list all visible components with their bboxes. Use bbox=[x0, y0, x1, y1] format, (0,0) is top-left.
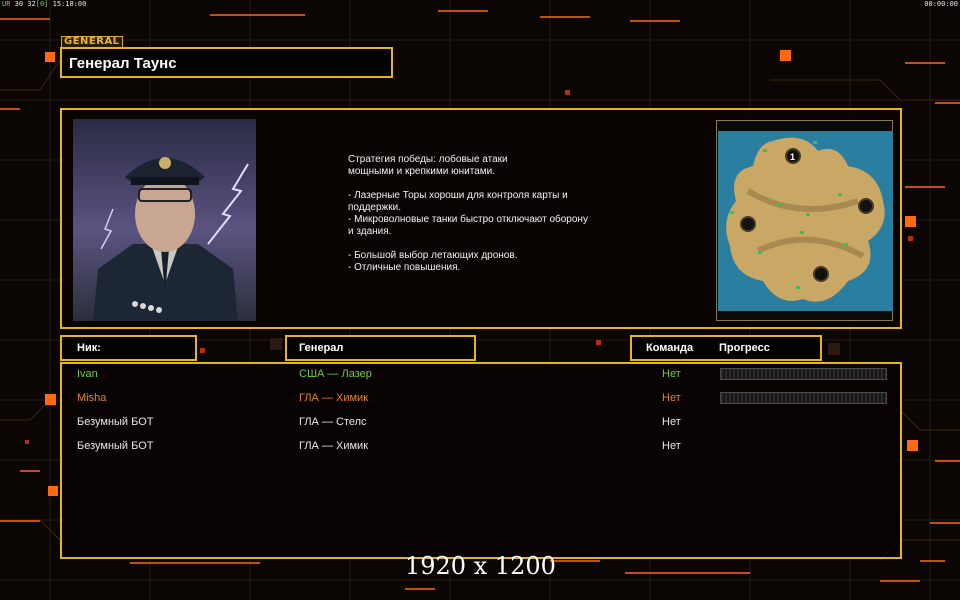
player-nick: Ivan bbox=[77, 368, 98, 380]
player-team: Нет bbox=[662, 368, 681, 380]
player-list: Ivan США — Лазер Нет Misha ГЛА — Химик Н… bbox=[60, 362, 902, 559]
map-start-slot-label: 1 bbox=[790, 152, 795, 162]
player-team: Нет bbox=[662, 416, 681, 428]
description-extras: - Большой выбор летающих дронов. - Отлич… bbox=[348, 250, 518, 273]
column-header-general: Генерал bbox=[285, 335, 476, 361]
resolution-watermark: 1920 x 1200 bbox=[405, 552, 556, 580]
description-units: - Лазерные Торы хороши для контроля карт… bbox=[348, 190, 588, 237]
player-general: ГЛА — Химик bbox=[299, 392, 369, 404]
general-portrait bbox=[73, 119, 256, 321]
player-nick: Misha bbox=[77, 392, 107, 404]
description-summary: Стратегия победы: лобовые атаки мощными … bbox=[348, 154, 508, 177]
column-progress-label: Прогресс bbox=[719, 342, 770, 354]
hud-extra: [0] bbox=[35, 0, 49, 8]
column-header-nick: Ник: bbox=[60, 335, 197, 361]
player-row[interactable]: Misha ГЛА — Химик Нет bbox=[62, 388, 900, 410]
general-name-box: Генерал Таунс bbox=[60, 47, 393, 78]
player-general: ГЛА — Стелс bbox=[299, 416, 367, 428]
column-team-label: Команда bbox=[646, 342, 694, 354]
map-preview[interactable]: 1 bbox=[716, 120, 893, 321]
player-progress-bar bbox=[720, 368, 887, 380]
player-general: ГЛА — Химик bbox=[299, 440, 369, 452]
player-progress-bar bbox=[720, 392, 887, 404]
hud-fps-readout: UR 30 32[0] 15:18:00 bbox=[2, 0, 86, 8]
player-nick: Безумный БОТ bbox=[77, 416, 154, 428]
hud-timer: 00:00:00 bbox=[924, 0, 958, 8]
column-header-team-progress: Команда Прогресс bbox=[630, 335, 822, 361]
general-description: Стратегия победы: лобовые атаки мощными … bbox=[348, 154, 648, 274]
player-team: Нет bbox=[662, 440, 681, 452]
player-row[interactable]: Ivan США — Лазер Нет bbox=[62, 364, 900, 386]
player-team: Нет bbox=[662, 392, 681, 404]
hud-prefix: UR bbox=[2, 0, 11, 8]
column-nick-label: Ник: bbox=[77, 342, 101, 354]
general-name: Генерал Таунс bbox=[69, 55, 177, 72]
player-nick: Безумный БОТ bbox=[77, 440, 154, 452]
player-row[interactable]: Безумный БОТ ГЛА — Стелс Нет bbox=[62, 412, 900, 434]
player-row[interactable]: Безумный БОТ ГЛА — Химик Нет bbox=[62, 436, 900, 458]
column-general-label: Генерал bbox=[299, 342, 344, 354]
hud-clock: 15:18:00 bbox=[52, 0, 87, 8]
general-info-panel: Стратегия победы: лобовые атаки мощными … bbox=[60, 108, 902, 329]
player-general: США — Лазер bbox=[299, 368, 372, 380]
hud-fps: 30 32 bbox=[14, 0, 36, 8]
